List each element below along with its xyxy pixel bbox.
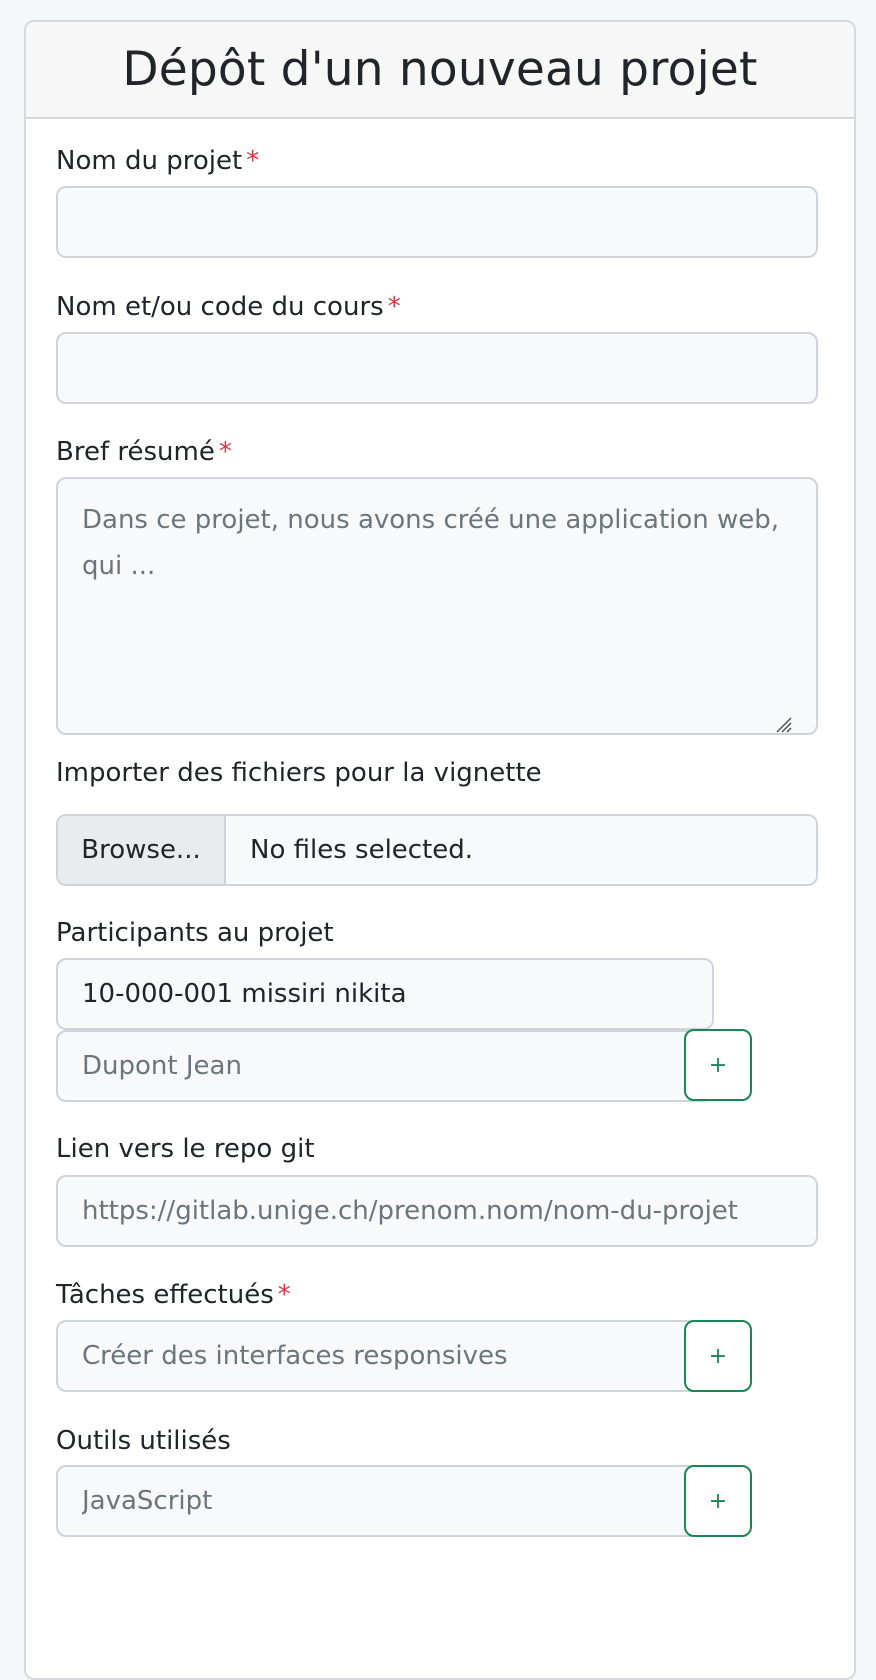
add-participant-button[interactable]: +: [684, 1029, 752, 1101]
summary-label: Bref résumé *: [56, 437, 232, 467]
participant-input-2[interactable]: [56, 1030, 714, 1102]
required-marker: *: [277, 1280, 291, 1310]
file-status-text: No files selected.: [250, 835, 474, 865]
git-url-input[interactable]: [56, 1175, 818, 1247]
tasks-label: Tâches effectués *: [56, 1280, 291, 1310]
add-tool-button[interactable]: +: [684, 1465, 752, 1537]
thumbnail-label: Importer des fichiers pour la vignette: [56, 758, 542, 788]
task-input[interactable]: [56, 1320, 714, 1392]
tool-input[interactable]: [56, 1465, 714, 1537]
required-marker: *: [387, 292, 401, 322]
course-label: Nom et/ou code du cours *: [56, 292, 401, 322]
form-header: Dépôt d'un nouveau projet: [26, 22, 854, 119]
resize-grip-icon[interactable]: [774, 715, 792, 733]
summary-textarea[interactable]: [56, 477, 818, 735]
tools-label: Outils utilisés: [56, 1426, 231, 1456]
page-title: Dépôt d'un nouveau projet: [122, 42, 758, 97]
participants-label: Participants au projet: [56, 918, 334, 948]
project-name-input[interactable]: [56, 186, 818, 258]
required-marker: *: [246, 146, 260, 176]
required-marker: *: [218, 437, 232, 467]
browse-button[interactable]: Browse...: [58, 816, 226, 884]
participant-input-1[interactable]: [56, 958, 714, 1030]
course-input[interactable]: [56, 332, 818, 404]
thumbnail-file-input[interactable]: Browse... No files selected.: [56, 814, 818, 886]
add-task-button[interactable]: +: [684, 1320, 752, 1392]
project-name-label: Nom du projet *: [56, 146, 260, 176]
git-label: Lien vers le repo git: [56, 1134, 315, 1164]
